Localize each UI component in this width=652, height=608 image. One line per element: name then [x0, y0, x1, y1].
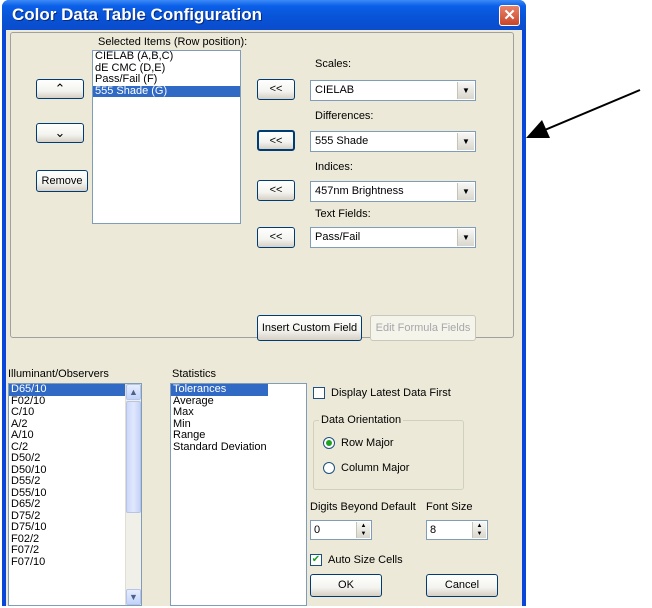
chevron-down-icon[interactable]: ▼	[457, 133, 474, 150]
add-text-field-button[interactable]: <<	[257, 227, 295, 248]
list-item[interactable]: CIELAB (A,B,C)	[93, 51, 240, 63]
text-fields-label: Text Fields:	[315, 208, 371, 220]
add-scale-button[interactable]: <<	[257, 79, 295, 100]
indices-label: Indices:	[315, 161, 353, 173]
list-item-selected[interactable]: 555 Shade (G)	[93, 85, 240, 97]
selected-items-label: Selected Items (Row position):	[98, 36, 248, 48]
differences-value: 555 Shade	[315, 135, 369, 147]
list-item[interactable]: Range	[171, 429, 306, 442]
spin-arrows-icon[interactable]: ▲ ▼	[472, 522, 486, 538]
insert-custom-field-button[interactable]: Insert Custom Field	[257, 315, 362, 341]
illuminants-label: Illuminant/Observers	[8, 368, 109, 380]
dialog-window: Color Data Table Configuration ✕ Selecte…	[2, 0, 526, 606]
digits-value: 0	[314, 524, 321, 536]
list-item[interactable]: A/10	[9, 429, 125, 442]
row-major-label: Row Major	[341, 437, 394, 449]
data-orientation-label: Data Orientation	[319, 414, 404, 426]
indices-dropdown[interactable]: 457nm Brightness ▼	[310, 181, 476, 202]
differences-dropdown[interactable]: 555 Shade ▼	[310, 131, 476, 152]
digits-label: Digits Beyond Default	[310, 501, 416, 513]
row-major-radio[interactable]	[323, 437, 335, 449]
column-major-label: Column Major	[341, 462, 410, 474]
chevron-down-icon[interactable]: ▼	[457, 82, 474, 99]
scales-dropdown[interactable]: CIELAB ▼	[310, 80, 476, 101]
list-item[interactable]: D55/2	[9, 475, 125, 488]
list-item[interactable]: D75/10	[9, 521, 125, 534]
display-latest-label: Display Latest Data First	[331, 387, 451, 399]
chevron-down-icon[interactable]: ▼	[457, 229, 474, 246]
auto-size-label: Auto Size Cells	[328, 554, 403, 566]
text-fields-value: Pass/Fail	[315, 231, 361, 243]
list-item-selected[interactable]: Tolerances	[171, 384, 268, 396]
move-up-button[interactable]: ⌃	[36, 79, 84, 99]
scroll-down-icon[interactable]: ▼	[126, 589, 141, 605]
font-size-value: 8	[430, 524, 437, 536]
double-chevron-up-icon: ⌃	[54, 81, 66, 96]
dialog-body: Selected Items (Row position): CIELAB (A…	[6, 30, 522, 606]
data-orientation-group	[313, 420, 464, 490]
statistics-list[interactable]: Tolerances Average Max Min Range Standar…	[170, 383, 307, 606]
add-difference-button[interactable]: <<	[257, 130, 295, 151]
list-item[interactable]: D50/2	[9, 452, 125, 465]
checkmark-icon: ✔	[311, 554, 321, 565]
list-item[interactable]: Max	[171, 406, 306, 419]
differences-label: Differences:	[315, 110, 374, 122]
illuminants-scrollbar[interactable]: ▲ ▼	[125, 384, 141, 605]
statistics-label: Statistics	[172, 368, 217, 380]
illuminants-items: D65/10 F02/10 C/10 A/2 A/10 C/2 D50/2 D5…	[9, 384, 125, 568]
list-item[interactable]: Standard Deviation	[171, 441, 306, 454]
list-item-selected[interactable]: D65/10	[9, 384, 125, 396]
column-major-radio[interactable]	[323, 462, 335, 474]
font-size-label: Font Size	[426, 501, 473, 513]
annotation-arrow-icon	[526, 89, 641, 138]
chevron-down-icon[interactable]: ▼	[457, 183, 474, 200]
text-fields-dropdown[interactable]: Pass/Fail ▼	[310, 227, 476, 248]
list-item[interactable]: F07/10	[9, 556, 125, 569]
scrollbar-thumb[interactable]	[126, 401, 141, 513]
selected-items-list[interactable]: CIELAB (A,B,C) dE CMC (D,E) Pass/Fail (F…	[92, 50, 241, 224]
scroll-up-icon[interactable]: ▲	[126, 384, 141, 400]
display-latest-checkbox[interactable]	[313, 387, 325, 399]
spin-arrows-icon[interactable]: ▲ ▼	[356, 522, 370, 538]
list-item[interactable]: Pass/Fail (F)	[93, 73, 240, 86]
dialog-title: Color Data Table Configuration	[12, 5, 262, 24]
digits-stepper[interactable]: 0 ▲ ▼	[310, 520, 372, 540]
remove-button[interactable]: Remove	[36, 170, 88, 192]
add-index-button[interactable]: <<	[257, 180, 295, 201]
move-down-button[interactable]: ⌄	[36, 123, 84, 143]
list-item[interactable]: D65/2	[9, 498, 125, 511]
list-item[interactable]: F07/2	[9, 544, 125, 557]
scales-value: CIELAB	[315, 84, 355, 96]
close-button[interactable]: ✕	[499, 5, 520, 26]
illuminants-list[interactable]: D65/10 F02/10 C/10 A/2 A/10 C/2 D50/2 D5…	[8, 383, 142, 606]
list-item[interactable]: C/10	[9, 406, 125, 419]
indices-value: 457nm Brightness	[315, 185, 404, 197]
scales-label: Scales:	[315, 58, 352, 70]
auto-size-checkbox[interactable]: ✔	[310, 554, 322, 566]
ok-button[interactable]: OK	[310, 574, 382, 597]
font-size-stepper[interactable]: 8 ▲ ▼	[426, 520, 488, 540]
edit-formula-fields-button[interactable]: Edit Formula Fields	[370, 315, 476, 341]
title-bar[interactable]: Color Data Table Configuration ✕	[2, 0, 526, 30]
cancel-button[interactable]: Cancel	[426, 574, 498, 597]
double-chevron-down-icon: ⌄	[54, 125, 66, 140]
